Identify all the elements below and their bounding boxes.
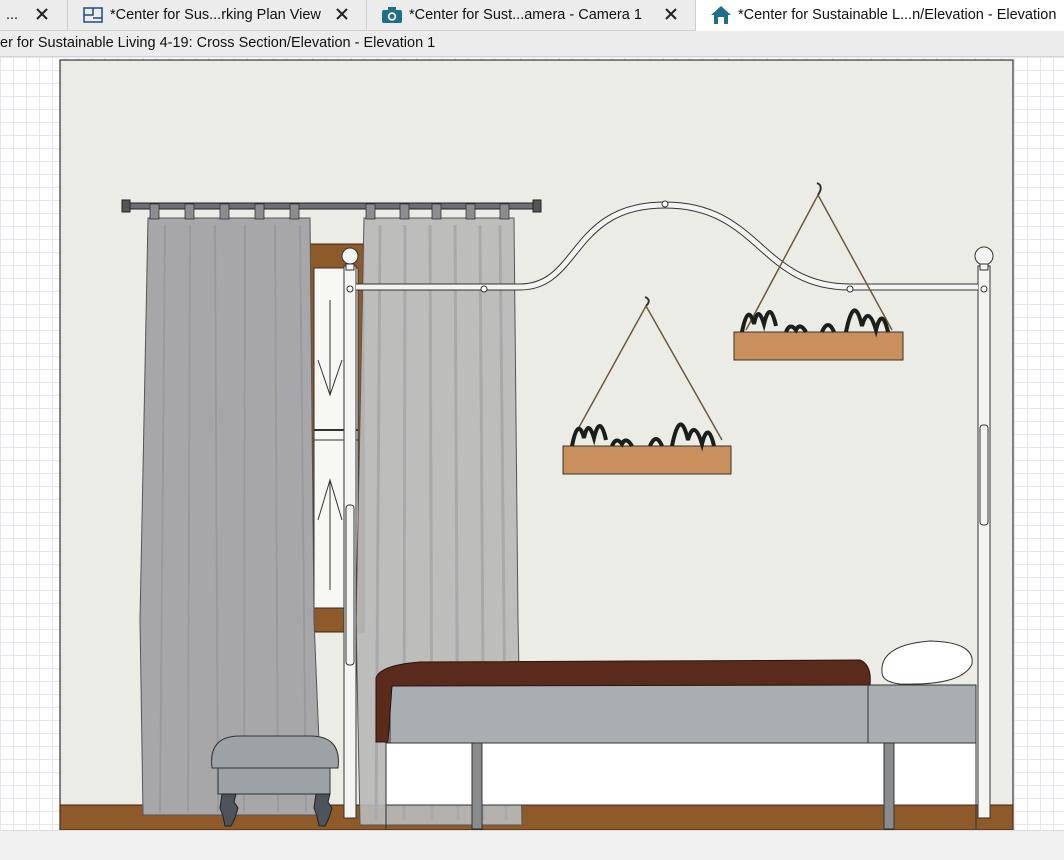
- close-icon[interactable]: [663, 6, 679, 22]
- close-icon[interactable]: [334, 6, 350, 22]
- tab-camera-label: *Center for Sust...amera - Camera 1: [409, 7, 642, 23]
- house-icon: [710, 5, 732, 25]
- elevation-drawing[interactable]: [0, 57, 1064, 830]
- bed: [375, 640, 977, 830]
- tab-bar: ... *Center for Sus...rking Plan View *C…: [0, 0, 1064, 31]
- view-title-bar: er for Sustainable Living 4-19: Cross Se…: [0, 31, 1064, 57]
- tab-camera[interactable]: *Center for Sust...amera - Camera 1: [367, 0, 696, 30]
- close-icon[interactable]: [34, 6, 50, 22]
- camera-icon: [381, 5, 403, 25]
- tab-overflow-label: ...: [6, 7, 19, 23]
- tab-overflow[interactable]: ...: [0, 0, 68, 30]
- plan-view-icon: [82, 5, 104, 25]
- status-bar: [0, 830, 1064, 860]
- tab-elevation[interactable]: *Center for Sustainable L...n/Elevation …: [696, 0, 1064, 31]
- curtain-left: [139, 203, 323, 816]
- tab-plan-view-label: *Center for Sus...rking Plan View: [110, 7, 321, 23]
- tab-elevation-label: *Center for Sustainable L...n/Elevation …: [738, 7, 1057, 23]
- view-title: er for Sustainable Living 4-19: Cross Se…: [0, 35, 436, 51]
- tab-plan-view[interactable]: *Center for Sus...rking Plan View: [68, 0, 367, 30]
